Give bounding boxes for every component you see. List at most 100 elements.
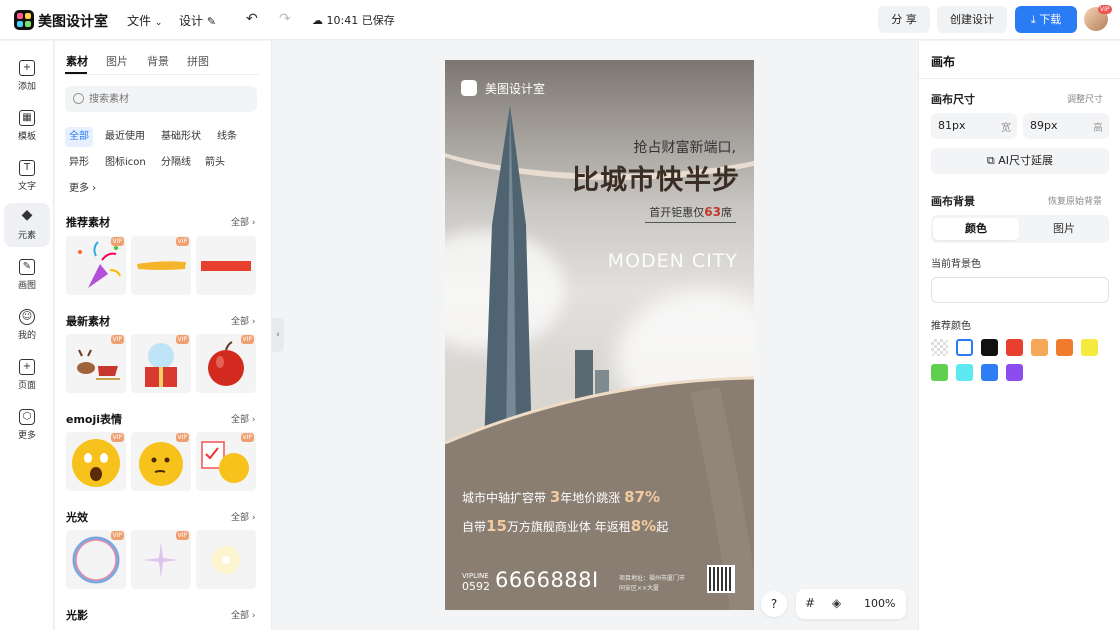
width-field[interactable]: 81px 宽	[931, 113, 1017, 139]
swatch-black[interactable]	[981, 339, 998, 356]
asset-thumb-glow[interactable]	[196, 530, 256, 589]
brand-name[interactable]: 美图设计室	[38, 11, 108, 31]
swatch-light-orange[interactable]	[1031, 339, 1048, 356]
rail-item-template[interactable]: ▦ 模板	[4, 104, 50, 148]
asset-thumb-sparkle[interactable]: VIP	[131, 530, 191, 589]
see-all-link[interactable]: 全部 ›	[231, 215, 255, 228]
zoom-level[interactable]: 100%	[864, 597, 895, 610]
file-menu[interactable]: 文件 ⌄	[127, 12, 162, 29]
adjust-size-link[interactable]: 调整尺寸	[1067, 92, 1103, 105]
see-all-label: 全部	[231, 218, 250, 228]
tab-backgrounds[interactable]: 背景	[147, 53, 169, 69]
swatch-transparent[interactable]	[931, 339, 948, 356]
rail-item-elements[interactable]: ◆ 元素	[4, 203, 50, 247]
swatch-white[interactable]	[956, 339, 973, 356]
rail-item-mine[interactable]: ☺ 我的	[4, 303, 50, 347]
chip-all[interactable]: 全部	[65, 127, 93, 147]
swatch-green[interactable]	[931, 364, 948, 381]
asset-thumb-thinking-emoji[interactable]: VIP	[131, 432, 191, 491]
tab-collage[interactable]: 拼图	[187, 53, 209, 69]
asset-thumb-rectangle[interactable]	[196, 236, 256, 295]
seg-color[interactable]: 颜色	[933, 218, 1019, 240]
help-button[interactable]: ?	[761, 591, 787, 617]
tab-active-indicator	[65, 72, 87, 74]
chip-lines[interactable]: 线条	[213, 127, 241, 147]
rail-item-more[interactable]: ⬡ 更多	[4, 403, 50, 447]
ai-size-extend-button[interactable]: ⧉ AI尺寸延展	[931, 148, 1109, 174]
grid-icon[interactable]: #	[805, 596, 815, 610]
tab-images[interactable]: 图片	[106, 53, 128, 69]
vip-badge: VIP	[175, 237, 189, 246]
collapse-panel-button[interactable]: ‹	[272, 318, 284, 352]
divider	[919, 78, 1120, 79]
swatch-cyan[interactable]	[956, 364, 973, 381]
tab-materials[interactable]: 素材	[66, 53, 88, 69]
asset-thumb-brush[interactable]: VIP	[131, 236, 191, 295]
seg-image[interactable]: 图片	[1021, 218, 1107, 240]
search-input[interactable]	[89, 86, 249, 112]
share-button[interactable]: 分 享	[878, 6, 930, 33]
chip-basic-shapes[interactable]: 基础形状	[157, 127, 205, 147]
layers-icon[interactable]: ◈	[832, 596, 841, 610]
current-color-field[interactable]	[931, 277, 1109, 303]
rail-item-draw[interactable]: ✎ 画图	[4, 253, 50, 297]
template-grid-icon: ▦	[19, 110, 35, 126]
see-all-link[interactable]: 全部 ›	[231, 314, 255, 327]
b1-mid: 年地价跳涨	[560, 491, 621, 505]
search-box[interactable]	[65, 86, 257, 112]
asset-thumb-reindeer[interactable]: VIP	[66, 334, 126, 393]
asset-thumb-confetti[interactable]: VIP	[66, 236, 126, 295]
b2-pre: 自带	[462, 520, 487, 534]
asset-thumb-snowglobe[interactable]: VIP	[131, 334, 191, 393]
chip-recent[interactable]: 最近使用	[101, 127, 149, 147]
chip-icons[interactable]: 图标icon	[101, 153, 150, 173]
download-label: 下载	[1039, 13, 1062, 26]
tab-divider	[65, 74, 259, 75]
see-all-label: 全部	[231, 415, 250, 425]
vip-badge: VIP	[240, 335, 254, 344]
rail-item-pages[interactable]: + 页面	[4, 353, 50, 397]
asset-thumb-apple[interactable]: VIP	[196, 334, 256, 393]
draw-edit-icon: ✎	[19, 259, 35, 275]
yellow-glow-icon	[212, 546, 240, 574]
chip-arrows[interactable]: 箭头	[201, 153, 229, 173]
asset-thumb-bubble[interactable]: VIP	[66, 530, 126, 589]
asset-thumb-chick-emoji[interactable]: VIP	[196, 432, 256, 491]
vip-badge: VIP	[240, 433, 254, 442]
cloud-icon: ☁	[312, 14, 323, 27]
chip-more[interactable]: 更多 ›	[65, 179, 100, 199]
create-design-button[interactable]: 创建设计	[937, 6, 1007, 33]
see-all-link[interactable]: 全部 ›	[231, 412, 255, 425]
zoom-toolbar: # ◈ 100%	[796, 589, 906, 619]
see-all-link[interactable]: 全部 ›	[231, 510, 255, 523]
swatch-yellow[interactable]	[1081, 339, 1098, 356]
chip-dividers[interactable]: 分隔线	[157, 153, 195, 173]
user-icon: ☺	[19, 309, 35, 325]
properties-panel: 画布 画布尺寸 调整尺寸 81px 宽 89px 高 ⧉ AI尺寸延展 画布背景…	[918, 41, 1120, 630]
add-page-icon: +	[19, 359, 35, 375]
download-button[interactable]: ⤓ 下载	[1015, 6, 1077, 33]
redo-icon[interactable]: ↷	[279, 11, 291, 27]
swatch-orange[interactable]	[1056, 339, 1073, 356]
see-all-link[interactable]: 全部 ›	[231, 608, 255, 621]
vip-badge: VIP	[1098, 5, 1112, 14]
swatch-purple[interactable]	[1006, 364, 1023, 381]
height-value: 89px	[1030, 119, 1058, 132]
vip-badge: VIP	[110, 531, 124, 540]
meitu-logo-icon[interactable]	[14, 10, 34, 30]
rail-label: 模板	[17, 132, 36, 142]
chip-irregular[interactable]: 异形	[65, 153, 93, 173]
swatch-red[interactable]	[1006, 339, 1023, 356]
asset-thumb-shocked-emoji[interactable]: VIP	[66, 432, 126, 491]
poster-logo-icon	[461, 80, 477, 96]
undo-icon[interactable]: ↶	[246, 11, 258, 27]
canvas-size-label: 画布尺寸	[931, 93, 975, 106]
save-status: ☁ 10:41 已保存	[312, 12, 395, 28]
design-menu[interactable]: 设计 ✎	[179, 12, 216, 29]
restore-bg-link[interactable]: 恢复原始背景	[1048, 194, 1102, 207]
design-canvas[interactable]: 美图设计室 抢占财富新端口, 比城市快半步 首开钜惠仅63席 MODEN CIT…	[445, 60, 754, 610]
rail-item-add[interactable]: + 添加	[4, 54, 50, 98]
height-field[interactable]: 89px 高	[1023, 113, 1109, 139]
swatch-blue[interactable]	[981, 364, 998, 381]
rail-item-text[interactable]: T 文字	[4, 154, 50, 198]
